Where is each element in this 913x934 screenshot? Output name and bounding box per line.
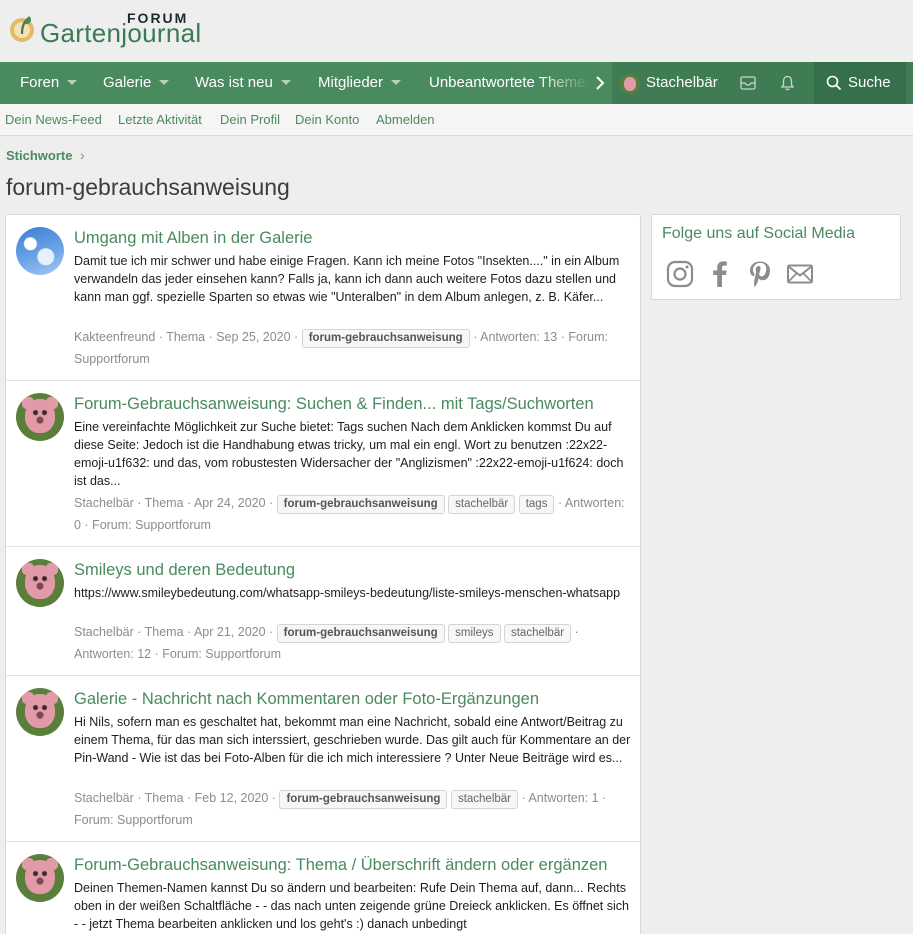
subnav-letzte-aktivitaet[interactable]: Letzte Aktivität: [118, 104, 202, 136]
user-avatar[interactable]: [620, 74, 640, 94]
list-item: Galerie - Nachricht nach Kommentaren ode…: [6, 676, 640, 842]
result-meta: Stachelbär · Thema · Apr 21, 2020 · foru…: [74, 621, 634, 665]
page-title: forum-gebrauchsanweisung: [6, 174, 290, 200]
meta-text: Stachelbär · Thema · Feb 12, 2020 ·: [74, 791, 276, 805]
nav-item-galerie[interactable]: Galerie: [103, 62, 170, 104]
nav-label: Foren: [20, 74, 60, 91]
nav-item-mitglieder[interactable]: Mitglieder: [318, 62, 402, 104]
logo-leaf-icon: [10, 16, 34, 42]
nav-item-was-ist-neu[interactable]: Was ist neu: [195, 62, 291, 104]
avatar[interactable]: [16, 559, 64, 607]
subnav-profil[interactable]: Dein Profil: [220, 104, 280, 136]
result-title[interactable]: Forum-Gebrauchsanweisung: Suchen & Finde…: [74, 395, 594, 414]
nav-item-foren[interactable]: Foren: [20, 62, 78, 104]
nav-overflow-fade: [540, 62, 590, 104]
widget-title: Folge uns auf Social Media: [662, 225, 855, 242]
avatar[interactable]: [16, 227, 64, 275]
avatar[interactable]: [16, 688, 64, 736]
chevron-right-icon[interactable]: [592, 75, 608, 91]
result-meta: Stachelbär · Thema · Apr 24, 2020 · foru…: [74, 492, 634, 536]
result-meta: Kakteenfreund · Thema · Sep 25, 2020 · f…: [74, 326, 634, 370]
mail-icon[interactable]: [785, 259, 815, 289]
nav-label: Mitglieder: [318, 74, 384, 91]
instagram-icon[interactable]: [665, 259, 695, 289]
tag[interactable]: smileys: [448, 624, 501, 643]
subnav-konto[interactable]: Dein Konto: [295, 104, 359, 136]
tag[interactable]: tags: [518, 495, 555, 514]
search-button[interactable]: Suche: [814, 62, 906, 104]
search-icon: [826, 75, 842, 91]
facebook-icon[interactable]: [705, 259, 735, 289]
tag[interactable]: forum-gebrauchsanweisung: [279, 790, 448, 809]
result-title[interactable]: Galerie - Nachricht nach Kommentaren ode…: [74, 690, 539, 709]
meta-text: Stachelbär · Thema · Apr 21, 2020 ·: [74, 625, 274, 639]
site-header: FORUM Gartenjournal: [0, 0, 913, 62]
logo-name-text: Gartenjournal: [40, 18, 202, 48]
meta-text: Stachelbär · Thema · Apr 24, 2020 ·: [74, 496, 274, 510]
list-item: Forum-Gebrauchsanweisung: Thema / Übersc…: [6, 842, 640, 934]
main-navigation: Foren Galerie Was ist neu Mitglieder Unb…: [0, 62, 913, 104]
pinterest-icon[interactable]: [745, 259, 775, 289]
chevron-down-icon[interactable]: [280, 79, 291, 85]
subnav-news-feed[interactable]: Dein News-Feed: [5, 104, 102, 136]
avatar[interactable]: [16, 854, 64, 902]
result-meta: Stachelbär · Thema · Feb 12, 2020 · foru…: [74, 787, 634, 831]
tag[interactable]: forum-gebrauchsanweisung: [276, 495, 445, 514]
avatar[interactable]: [16, 393, 64, 441]
result-snippet: Eine vereinfachte Möglichkeit zur Suche …: [74, 420, 624, 488]
user-name: Stachelbär: [646, 74, 718, 91]
sub-navigation: Dein News-Feed Letzte Aktivität Dein Pro…: [0, 104, 913, 136]
site-logo[interactable]: FORUM Gartenjournal: [6, 8, 201, 52]
result-snippet: Deinen Themen-Namen kannst Du so ändern …: [74, 881, 629, 931]
result-title[interactable]: Smileys und deren Bedeutung: [74, 561, 295, 580]
tag[interactable]: forum-gebrauchsanweisung: [276, 624, 445, 643]
nav-label: Galerie: [103, 74, 152, 91]
result-title[interactable]: Forum-Gebrauchsanweisung: Thema / Übersc…: [74, 856, 607, 875]
tag[interactable]: forum-gebrauchsanweisung: [301, 329, 470, 348]
breadcrumb-chevron-icon: ›: [80, 147, 85, 163]
list-item: Umgang mit Alben in der Galerie Damit tu…: [6, 215, 640, 381]
social-media-widget: Folge uns auf Social Media: [651, 214, 901, 300]
list-item: Forum-Gebrauchsanweisung: Suchen & Finde…: [6, 381, 640, 547]
result-title[interactable]: Umgang mit Alben in der Galerie: [74, 229, 312, 248]
chevron-down-icon[interactable]: [159, 79, 170, 85]
result-snippet: Hi Nils, sofern man es geschaltet hat, b…: [74, 715, 631, 765]
chevron-down-icon[interactable]: [391, 79, 402, 85]
tag[interactable]: stachelbär: [450, 790, 518, 809]
breadcrumb[interactable]: Stichworte: [6, 148, 72, 163]
result-snippet: https://www.smileybedeutung.com/whatsapp…: [74, 586, 621, 600]
inbox-envelope-icon[interactable]: [740, 76, 756, 90]
list-item: Smileys und deren Bedeutung https://www.…: [6, 547, 640, 676]
user-menu[interactable]: Stachelbär: [646, 62, 718, 104]
tag[interactable]: stachelbär: [503, 624, 572, 643]
tag[interactable]: stachelbär: [448, 495, 516, 514]
search-results-list: Umgang mit Alben in der Galerie Damit tu…: [5, 214, 641, 934]
result-snippet: Damit tue ich mir schwer und habe einige…: [74, 254, 620, 304]
bell-icon[interactable]: [780, 75, 795, 91]
meta-text: Kakteenfreund · Thema · Sep 25, 2020 ·: [74, 330, 299, 344]
nav-label: Was ist neu: [195, 74, 273, 91]
search-label: Suche: [848, 74, 891, 91]
chevron-down-icon[interactable]: [67, 79, 78, 85]
subnav-abmelden[interactable]: Abmelden: [376, 104, 435, 136]
